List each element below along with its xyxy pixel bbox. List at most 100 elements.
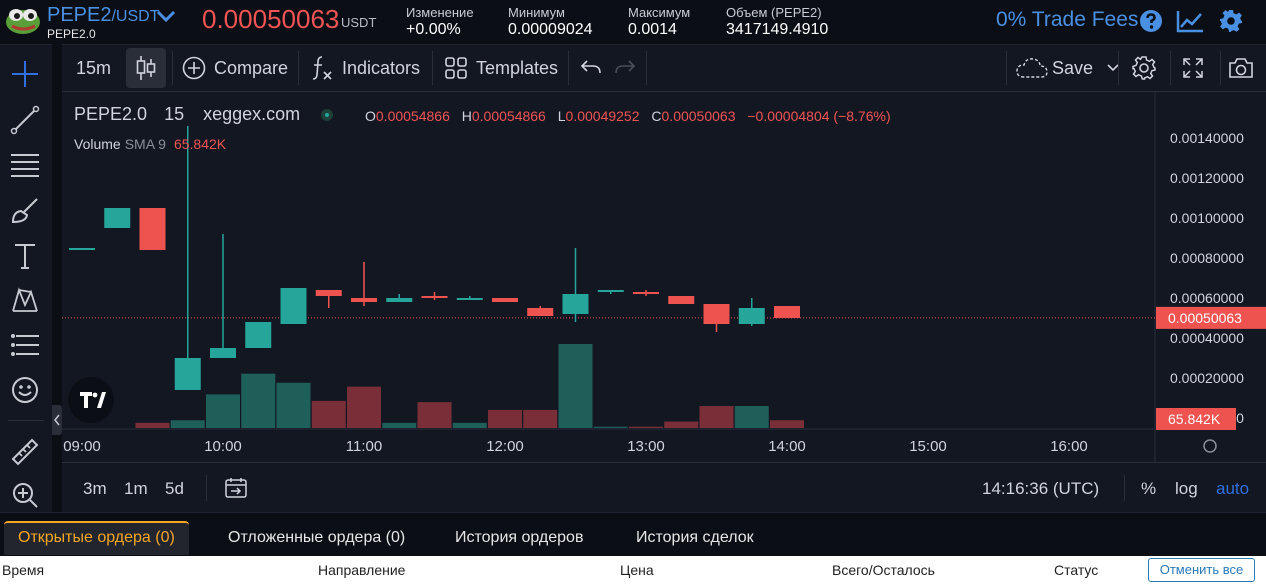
text-icon[interactable] <box>10 241 40 271</box>
crosshair-icon[interactable] <box>10 59 40 89</box>
col-status: Статус <box>1054 562 1099 578</box>
pair-selector[interactable]: PEPE2/USDT <box>47 4 159 27</box>
toolbar-divider <box>172 51 173 85</box>
tradingview-logo-icon <box>80 392 106 408</box>
redo-icon <box>615 60 636 74</box>
emoji-icon[interactable] <box>10 375 40 405</box>
settings-button[interactable] <box>1131 45 1157 91</box>
chart-toolbar: 15m Compare Indicators Templates Save <box>62 44 1266 92</box>
save-label: Save <box>1052 57 1094 78</box>
horizontal-lines-icon[interactable] <box>10 149 40 179</box>
candle-body <box>386 298 413 302</box>
redo-button[interactable] <box>614 45 636 91</box>
volume-bar <box>206 394 240 428</box>
settings-gear-icon[interactable] <box>1219 9 1243 33</box>
compare-button[interactable]: Compare <box>182 45 288 91</box>
utc-clock[interactable]: 14:16:36 (UTC) <box>982 479 1099 499</box>
col-price: Цена <box>620 562 654 578</box>
toolbar-divider <box>8 420 44 421</box>
fx-icon <box>312 56 332 80</box>
tab-open-orders[interactable]: Открытые ордера (0) <box>4 521 189 555</box>
ohlc-high: 0.00054866 <box>471 108 546 124</box>
candle-body <box>703 304 730 324</box>
y-tick-label: 0.00020000 <box>1170 370 1244 386</box>
tradingview-logo[interactable] <box>68 377 114 423</box>
pair-quote: /USDT <box>111 8 160 25</box>
last-price: 0.00050063 <box>202 4 340 34</box>
interval-selector[interactable]: 15m <box>76 45 111 91</box>
screenshot-button[interactable] <box>1228 45 1254 91</box>
x-tick-label: 15:00 <box>909 438 947 455</box>
indicators-label: Indicators <box>342 57 421 78</box>
volume-bar <box>170 420 205 428</box>
legend-symbol: PEPE2.0 <box>74 104 148 124</box>
templates-button[interactable]: Templates <box>444 45 558 91</box>
candle-body <box>210 348 236 358</box>
chart-line-icon[interactable] <box>1176 9 1204 33</box>
tab-pending-orders[interactable]: Отложенные ордера (0) <box>228 521 405 555</box>
volume-bar <box>452 422 487 428</box>
range-5d[interactable]: 5d <box>165 479 184 499</box>
cloud-icon <box>1016 58 1048 78</box>
range-3m[interactable]: 3m <box>83 479 107 499</box>
ticker-bar: PEPE2/USDT PEPE2.0 0.00050063 USDT Измен… <box>0 0 1266 44</box>
percent-toggle[interactable]: % <box>1141 479 1156 499</box>
chevron-down-icon[interactable] <box>155 9 177 23</box>
volume-bar <box>417 402 452 428</box>
volume-legend-name: Volume <box>74 136 121 152</box>
zoom-in-icon[interactable] <box>10 480 40 510</box>
stat-value: 3417149.4910 <box>726 21 829 38</box>
axis-settings-icon[interactable] <box>1203 439 1217 453</box>
candle-body <box>527 308 554 316</box>
price-chart[interactable]: 0.00140000 0.00120000 0.00100000 0.00080000… <box>62 92 1266 462</box>
pattern-icon[interactable] <box>10 285 40 315</box>
trade-fees-link[interactable]: 0% Trade Fees <box>996 8 1138 32</box>
range-1m[interactable]: 1m <box>124 479 148 499</box>
pair-base: PEPE2 <box>47 4 112 26</box>
fullscreen-button[interactable] <box>1181 45 1205 91</box>
date-range-icon[interactable] <box>224 477 248 499</box>
legend-exchange: xeggex.com <box>203 104 301 124</box>
x-tick-label: 13:00 <box>627 438 665 455</box>
candle-body <box>69 248 95 250</box>
chart-type-button[interactable] <box>126 48 166 88</box>
stat-min: Минимум 0.00009024 <box>508 5 593 39</box>
y-tick-label: 0.00040000 <box>1170 330 1244 346</box>
volume-bar <box>241 373 276 428</box>
chevron-left-icon <box>54 414 60 426</box>
auto-toggle[interactable]: auto <box>1216 479 1249 499</box>
price-unit: USDT <box>341 15 377 30</box>
tab-order-history[interactable]: История ордеров <box>455 521 583 555</box>
volume-bar <box>734 406 769 428</box>
brush-icon[interactable] <box>10 195 40 225</box>
log-toggle[interactable]: log <box>1175 479 1198 499</box>
cancel-all-button[interactable]: Отменить все <box>1148 558 1255 582</box>
trend-line-icon[interactable] <box>10 105 40 135</box>
volume-bar <box>770 420 804 428</box>
candles-icon <box>136 56 156 80</box>
chart-canvas[interactable]: 0.00140000 0.00120000 0.00100000 0.00080000… <box>62 92 1266 462</box>
candle-body <box>104 208 131 228</box>
volume-bar <box>276 382 311 428</box>
help-icon[interactable] <box>1139 9 1163 33</box>
volume-bar <box>523 409 558 428</box>
toolbar-divider <box>1170 51 1171 85</box>
candle-body <box>351 298 377 302</box>
compare-label: Compare <box>214 57 289 78</box>
fib-icon[interactable] <box>10 331 40 361</box>
save-button[interactable]: Save <box>1016 45 1121 91</box>
x-tick-label: 10:00 <box>204 438 242 455</box>
indicators-button[interactable]: Indicators <box>310 45 420 91</box>
ruler-icon[interactable] <box>10 437 40 467</box>
drawing-toolbar <box>0 44 52 512</box>
volume-bar <box>311 400 346 428</box>
tab-trade-history[interactable]: История сделок <box>636 521 754 555</box>
collapse-toolbar-handle[interactable] <box>52 405 62 435</box>
toolbar-divider <box>646 51 647 85</box>
stat-value: 0.0014 <box>628 21 677 38</box>
undo-button[interactable] <box>580 45 602 91</box>
y-tick-label: 0.00120000 <box>1170 170 1244 186</box>
ohlc-low-key: L <box>557 108 566 124</box>
volume-bar <box>593 426 628 428</box>
y-tick-label: 0.00060000 <box>1170 290 1244 306</box>
